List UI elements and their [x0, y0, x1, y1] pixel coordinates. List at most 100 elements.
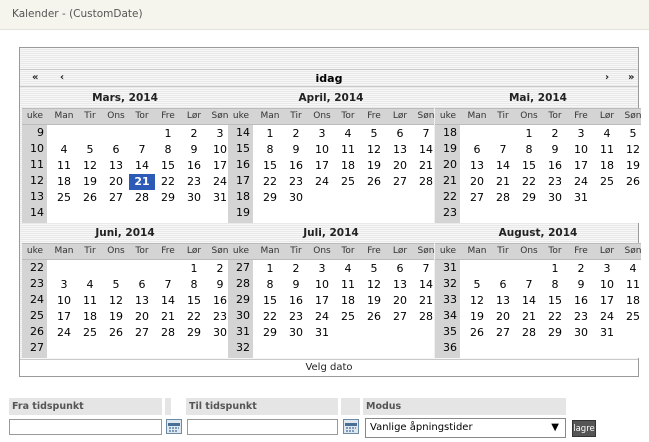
day-cell[interactable]: 19	[464, 309, 490, 325]
day-cell[interactable]: 28	[129, 190, 155, 206]
day-cell[interactable]: 22	[155, 174, 181, 190]
day-cell[interactable]: 7	[129, 142, 155, 158]
mode-select[interactable]: Vanlige åpningstider ▼	[365, 418, 566, 438]
day-cell[interactable]: 6	[464, 142, 490, 158]
day-cell[interactable]: 31	[568, 190, 594, 206]
to-time-input[interactable]	[187, 419, 338, 435]
select-date-button[interactable]: Velg dato	[20, 359, 638, 376]
day-cell[interactable]: 25	[335, 309, 361, 325]
day-cell[interactable]: 10	[568, 142, 594, 158]
day-cell[interactable]: 17	[594, 293, 620, 309]
day-cell[interactable]: 1	[542, 261, 568, 277]
day-cell[interactable]: 18	[335, 293, 361, 309]
day-cell[interactable]: 22	[516, 174, 542, 190]
day-cell[interactable]: 11	[51, 158, 77, 174]
day-cell[interactable]: 13	[103, 158, 129, 174]
day-cell[interactable]: 25	[620, 309, 646, 325]
day-cell[interactable]: 5	[464, 277, 490, 293]
day-cell[interactable]: 19	[361, 158, 387, 174]
day-cell[interactable]: 25	[51, 190, 77, 206]
day-cell[interactable]: 3	[594, 261, 620, 277]
day-cell[interactable]: 2	[542, 126, 568, 142]
day-cell[interactable]: 7	[155, 277, 181, 293]
day-cell[interactable]: 18	[51, 174, 77, 190]
day-cell[interactable]: 3	[568, 126, 594, 142]
save-button[interactable]: lagre	[572, 420, 596, 437]
day-cell[interactable]: 18	[77, 309, 103, 325]
day-cell[interactable]: 17	[309, 293, 335, 309]
day-cell[interactable]: 11	[335, 277, 361, 293]
day-cell[interactable]: 4	[620, 261, 646, 277]
day-cell[interactable]: 10	[309, 277, 335, 293]
day-cell[interactable]: 13	[129, 293, 155, 309]
day-cell[interactable]: 8	[542, 277, 568, 293]
day-cell[interactable]: 9	[542, 142, 568, 158]
day-cell[interactable]: 1	[257, 261, 283, 277]
day-cell[interactable]: 15	[516, 158, 542, 174]
day-cell[interactable]: 4	[77, 277, 103, 293]
day-cell[interactable]: 6	[387, 261, 413, 277]
day-cell[interactable]: 18	[620, 293, 646, 309]
day-cell[interactable]: 5	[361, 261, 387, 277]
day-cell[interactable]: 3	[309, 126, 335, 142]
day-cell[interactable]: 25	[77, 325, 103, 341]
from-calendar-icon[interactable]	[166, 419, 182, 434]
day-cell[interactable]: 23	[283, 174, 309, 190]
day-cell[interactable]: 15	[257, 293, 283, 309]
day-cell[interactable]: 1	[181, 261, 207, 277]
day-cell[interactable]: 24	[309, 174, 335, 190]
day-cell[interactable]: 28	[490, 190, 516, 206]
day-cell[interactable]: 8	[181, 277, 207, 293]
day-cell[interactable]: 18	[594, 158, 620, 174]
day-cell[interactable]: 25	[335, 174, 361, 190]
day-cell[interactable]: 21	[155, 309, 181, 325]
day-cell[interactable]: 12	[620, 142, 646, 158]
day-cell[interactable]: 26	[464, 325, 490, 341]
day-cell[interactable]: 3	[309, 261, 335, 277]
day-cell[interactable]: 15	[181, 293, 207, 309]
day-cell[interactable]: 11	[77, 293, 103, 309]
day-cell[interactable]: 8	[516, 142, 542, 158]
day-cell[interactable]: 20	[387, 293, 413, 309]
day-cell[interactable]: 1	[516, 126, 542, 142]
day-cell[interactable]: 20	[103, 174, 129, 190]
day-cell[interactable]: 10	[51, 293, 77, 309]
day-cell[interactable]: 29	[155, 190, 181, 206]
day-cell[interactable]: 26	[361, 309, 387, 325]
next-month-button[interactable]: ›	[605, 72, 609, 83]
day-cell[interactable]: 22	[257, 174, 283, 190]
day-cell[interactable]: 8	[257, 277, 283, 293]
day-cell[interactable]: 20	[490, 309, 516, 325]
day-cell[interactable]: 24	[568, 174, 594, 190]
day-cell[interactable]: 5	[620, 126, 646, 142]
day-cell[interactable]: 11	[594, 142, 620, 158]
day-cell[interactable]: 14	[129, 158, 155, 174]
day-cell[interactable]: 23	[542, 174, 568, 190]
day-cell[interactable]: 27	[129, 325, 155, 341]
day-cell[interactable]: 11	[620, 277, 646, 293]
day-cell[interactable]: 16	[542, 158, 568, 174]
day-cell[interactable]: 23	[568, 309, 594, 325]
day-cell[interactable]: 26	[620, 174, 646, 190]
day-cell[interactable]: 25	[594, 174, 620, 190]
day-cell[interactable]: 13	[387, 277, 413, 293]
day-cell[interactable]: 21	[490, 174, 516, 190]
day-cell[interactable]: 19	[361, 293, 387, 309]
day-cell[interactable]: 1	[155, 126, 181, 142]
day-cell[interactable]: 14	[155, 293, 181, 309]
day-cell[interactable]: 8	[257, 142, 283, 158]
day-cell[interactable]: 2	[181, 126, 207, 142]
day-cell[interactable]: 21	[516, 309, 542, 325]
day-cell[interactable]: 26	[77, 190, 103, 206]
day-cell[interactable]: 26	[103, 325, 129, 341]
day-cell[interactable]: 9	[568, 277, 594, 293]
day-cell[interactable]: 4	[51, 142, 77, 158]
today-button[interactable]: idag	[20, 72, 638, 85]
day-cell[interactable]: 19	[77, 174, 103, 190]
day-cell[interactable]: 10	[594, 277, 620, 293]
next-year-button[interactable]: »	[628, 72, 634, 83]
day-cell[interactable]: 22	[257, 309, 283, 325]
day-cell[interactable]: 11	[335, 142, 361, 158]
day-cell[interactable]: 17	[568, 158, 594, 174]
day-cell[interactable]: 13	[464, 158, 490, 174]
